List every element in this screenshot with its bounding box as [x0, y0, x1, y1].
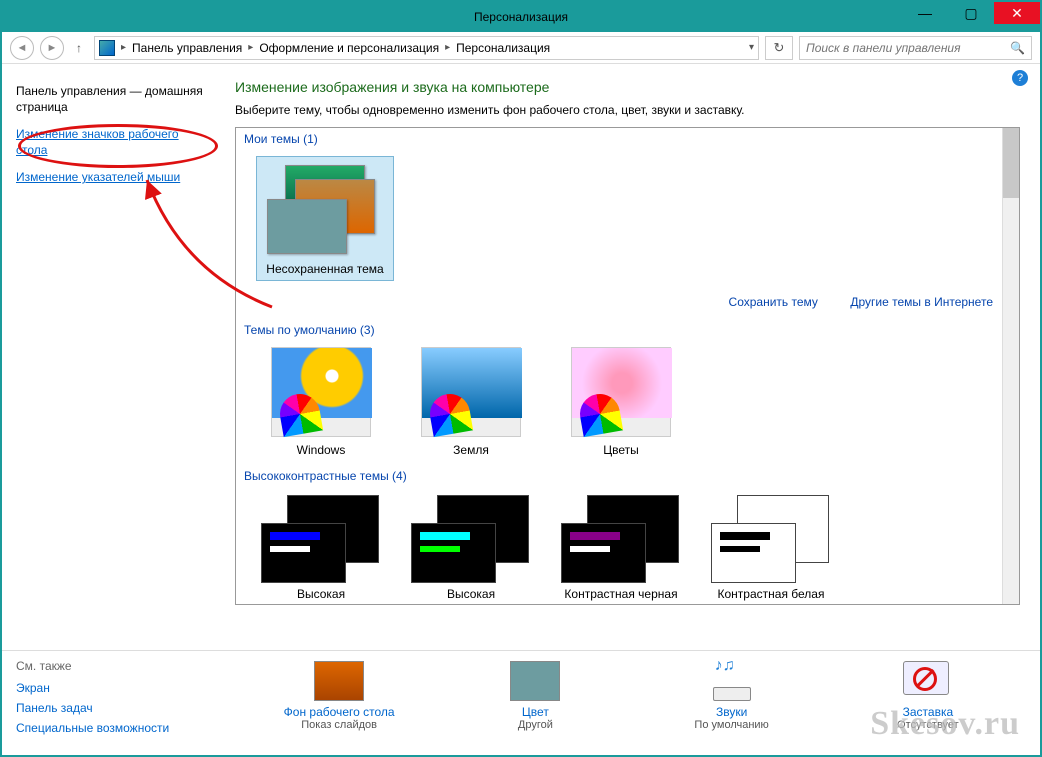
bottom-link[interactable]: Фон рабочего стола [254, 705, 424, 719]
see-also-display[interactable]: Экран [16, 681, 241, 695]
sounds-icon: ♪♫ [707, 661, 757, 701]
minimize-button[interactable]: — [902, 2, 948, 24]
theme-thumbnail [421, 347, 521, 437]
main-panel: ? Изменение изображения и звука на компь… [227, 64, 1040, 650]
page-heading: Изменение изображения и звука на компьют… [235, 79, 1020, 95]
scroll-thumb[interactable] [1003, 128, 1019, 198]
bottom-sounds[interactable]: ♪♫ Звуки По умолчанию [647, 661, 817, 731]
maximize-button[interactable]: ▢ [948, 2, 994, 24]
search-box[interactable]: 🔍 [799, 36, 1032, 60]
bottom-desktop-bg[interactable]: Фон рабочего стола Показ слайдов [254, 661, 424, 731]
theme-thumbnail [561, 493, 681, 583]
theme-unsaved[interactable]: Несохраненная тема [256, 156, 394, 281]
see-also-accessibility[interactable]: Специальные возможности [16, 721, 241, 735]
theme-hc-1[interactable]: Высокая [256, 493, 386, 601]
section-default-themes: Темы по умолчанию (3) [236, 319, 1019, 343]
content-area: Панель управления — домашняя страница Из… [2, 64, 1040, 650]
bottom-bar: См. также Экран Панель задач Специальные… [2, 650, 1040, 755]
theme-label: Земля [453, 443, 489, 457]
screensaver-icon [903, 661, 953, 701]
bottom-screensaver[interactable]: Заставка Отсутствует [843, 661, 1013, 731]
chevron-down-icon[interactable]: ▾ [749, 42, 754, 53]
theme-thumbnail [265, 161, 385, 256]
scrollbar[interactable] [1002, 128, 1019, 604]
titlebar: Персонализация — ▢ ✕ [2, 2, 1040, 32]
theme-label: Высокая [297, 587, 345, 601]
chevron-right-icon: ▸ [244, 42, 257, 53]
sidebar-link-mouse-pointers[interactable]: Изменение указателей мыши [16, 170, 213, 186]
save-theme-link[interactable]: Сохранить тему [729, 295, 818, 309]
forward-button[interactable]: ► [40, 36, 64, 60]
search-icon[interactable]: 🔍 [1010, 41, 1025, 55]
theme-hc-white[interactable]: Контрастная белая [706, 493, 836, 601]
bottom-link[interactable]: Заставка [843, 705, 1013, 719]
breadcrumb-item[interactable]: Оформление и персонализация [259, 41, 439, 55]
breadcrumb-item[interactable]: Панель управления [132, 41, 242, 55]
theme-label: Высокая [447, 587, 495, 601]
see-also-header: См. также [16, 659, 241, 673]
window-controls: — ▢ ✕ [902, 2, 1040, 24]
theme-earth[interactable]: Земля [406, 347, 536, 457]
theme-hc-2[interactable]: Высокая [406, 493, 536, 601]
theme-flowers[interactable]: Цветы [556, 347, 686, 457]
theme-label: Контрастная белая [718, 587, 825, 601]
bottom-link[interactable]: Звуки [647, 705, 817, 719]
theme-thumbnail [571, 347, 671, 437]
refresh-button[interactable]: ↻ [765, 36, 793, 60]
sidebar: Панель управления — домашняя страница Из… [2, 64, 227, 650]
up-button[interactable]: ↑ [70, 41, 88, 55]
bottom-color[interactable]: Цвет Другой [450, 661, 620, 731]
window-frame: Персонализация — ▢ ✕ ◄ ► ↑ ▸ Панель упра… [0, 0, 1042, 757]
desktop-bg-icon [314, 661, 364, 701]
see-also: См. также Экран Панель задач Специальные… [16, 659, 241, 747]
navbar: ◄ ► ↑ ▸ Панель управления ▸ Оформление и… [2, 32, 1040, 64]
bottom-sub: Отсутствует [843, 719, 1013, 731]
more-themes-link[interactable]: Другие темы в Интернете [850, 295, 993, 309]
section-my-themes: Мои темы (1) [236, 128, 1019, 152]
window-title: Персонализация [474, 10, 568, 24]
sidebar-link-desktop-icons[interactable]: Изменение значков рабочего стола [16, 127, 213, 158]
page-description: Выберите тему, чтобы одновременно измени… [235, 103, 1020, 117]
bottom-sub: Другой [450, 719, 620, 731]
see-also-taskbar[interactable]: Панель задач [16, 701, 241, 715]
theme-label: Контрастная черная [564, 587, 677, 601]
section-hc-themes: Высококонтрастные темы (4) [236, 465, 1019, 489]
theme-label: Несохраненная тема [266, 262, 383, 276]
close-button[interactable]: ✕ [994, 2, 1040, 24]
color-icon [510, 661, 560, 701]
breadcrumb-item[interactable]: Персонализация [456, 41, 550, 55]
control-panel-icon [99, 40, 115, 56]
chevron-right-icon: ▸ [117, 42, 130, 53]
theme-thumbnail [411, 493, 531, 583]
theme-panel: Мои темы (1) Несохраненная тема Сохранит… [235, 127, 1020, 605]
bottom-sub: Показ слайдов [254, 719, 424, 731]
theme-thumbnail [711, 493, 831, 583]
search-input[interactable] [806, 41, 1010, 55]
bottom-link[interactable]: Цвет [450, 705, 620, 719]
help-icon[interactable]: ? [1012, 70, 1028, 86]
theme-thumbnail [271, 347, 371, 437]
back-button[interactable]: ◄ [10, 36, 34, 60]
theme-actions: Сохранить тему Другие темы в Интернете [236, 289, 1019, 319]
bottom-items: Фон рабочего стола Показ слайдов Цвет Др… [241, 659, 1026, 747]
theme-label: Цветы [603, 443, 639, 457]
sidebar-home[interactable]: Панель управления — домашняя страница [16, 84, 213, 115]
theme-thumbnail [261, 493, 381, 583]
chevron-right-icon: ▸ [441, 42, 454, 53]
theme-windows[interactable]: Windows [256, 347, 386, 457]
bottom-sub: По умолчанию [647, 719, 817, 731]
breadcrumb[interactable]: ▸ Панель управления ▸ Оформление и персо… [94, 36, 759, 60]
theme-label: Windows [297, 443, 346, 457]
theme-hc-black[interactable]: Контрастная черная [556, 493, 686, 601]
